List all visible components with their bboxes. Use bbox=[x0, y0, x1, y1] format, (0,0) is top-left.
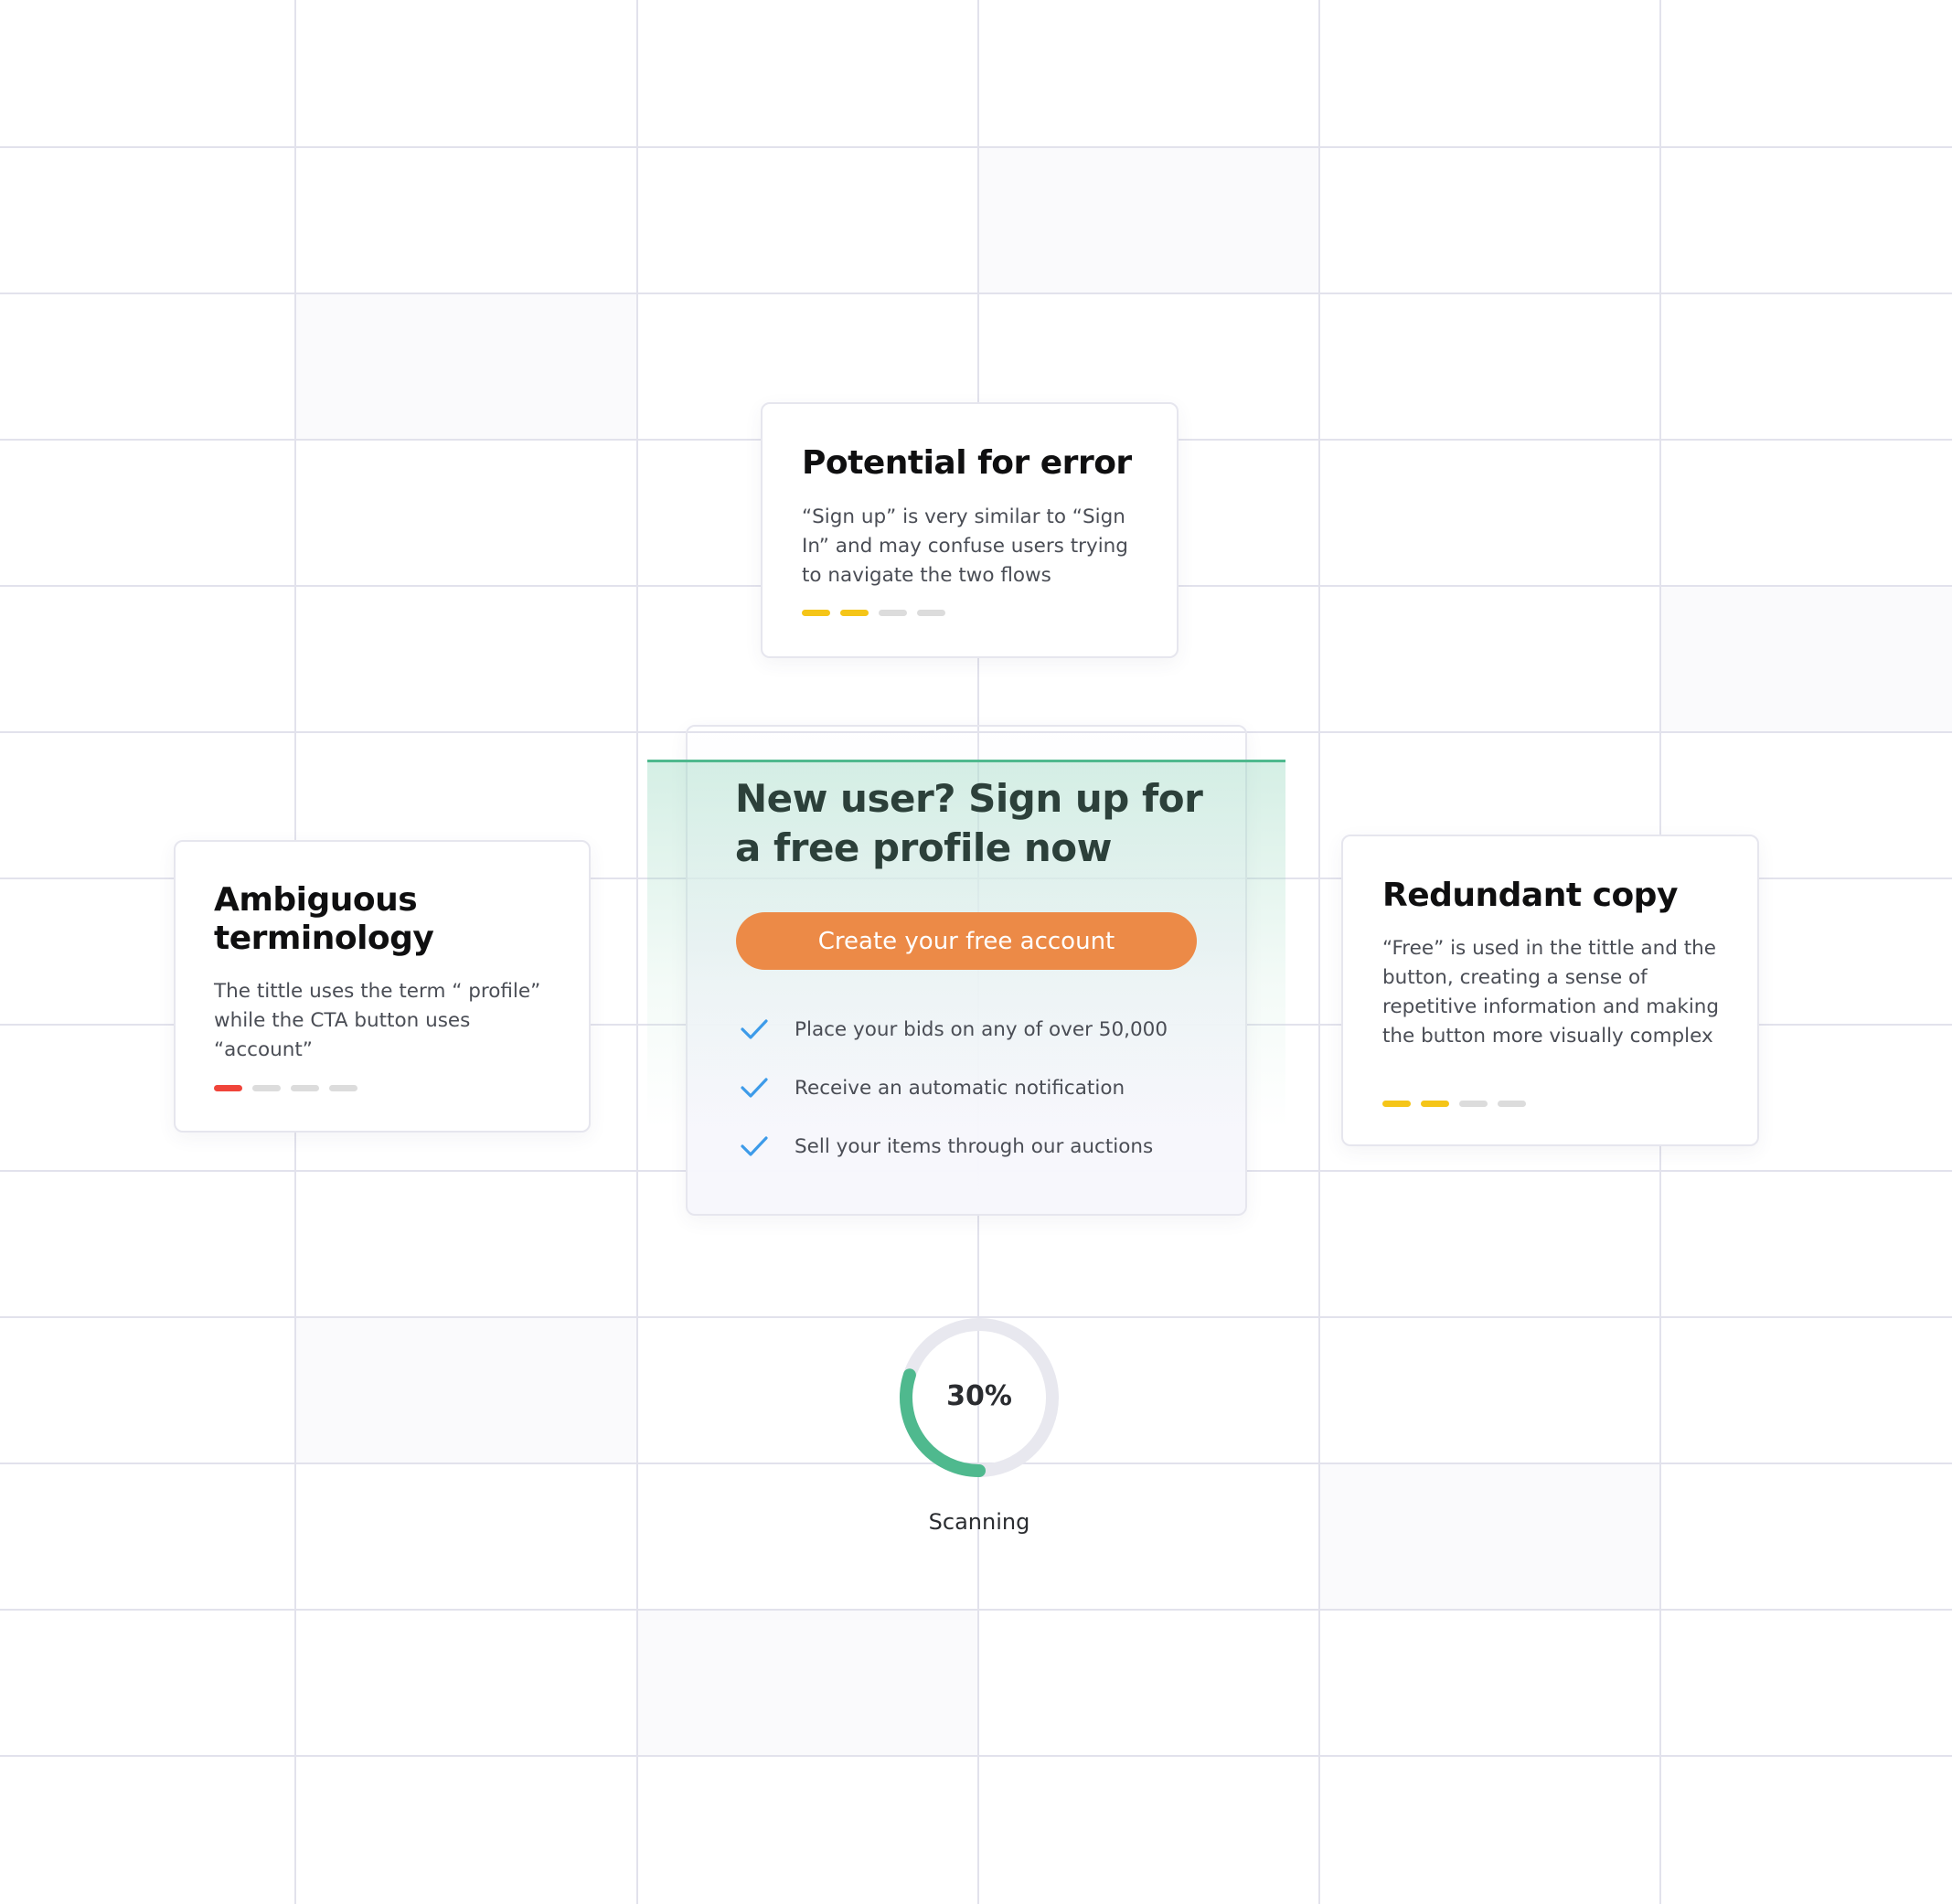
grid-cell bbox=[295, 1317, 637, 1463]
issue-description: The tittle uses the term “ profile” whil… bbox=[214, 980, 541, 1061]
benefit-item: Sell your items through our auctions bbox=[740, 1128, 1153, 1165]
benefit-item: Receive an automatic notification bbox=[740, 1069, 1125, 1106]
grid-cell bbox=[295, 293, 637, 440]
grid-cell bbox=[1660, 586, 1952, 732]
severity-indicator bbox=[214, 1085, 360, 1091]
progress-value: 30% bbox=[946, 1380, 1012, 1412]
severity-segment bbox=[1459, 1101, 1488, 1107]
severity-segment bbox=[252, 1085, 281, 1091]
check-icon bbox=[741, 1078, 768, 1098]
severity-indicator bbox=[1382, 1101, 1529, 1107]
severity-segment bbox=[840, 610, 869, 616]
severity-indicator bbox=[802, 610, 948, 616]
issue-title: Redundant copy bbox=[1382, 877, 1678, 914]
issue-description: “Free” is used in the tittle and the but… bbox=[1382, 937, 1720, 1048]
grid-cell bbox=[978, 147, 1319, 293]
severity-segment bbox=[1421, 1101, 1449, 1107]
issue-description: “Sign up” is very similar to “Sign In” a… bbox=[802, 505, 1128, 587]
signup-title: New user? Sign up for a free profile now bbox=[735, 776, 1203, 870]
create-account-button[interactable]: Create your free account bbox=[736, 912, 1197, 970]
severity-segment bbox=[291, 1085, 319, 1091]
benefit-text: Place your bids on any of over 50,000 bbox=[795, 1017, 1168, 1041]
severity-segment bbox=[214, 1085, 242, 1091]
severity-segment bbox=[879, 610, 907, 616]
grid-cell bbox=[637, 1610, 978, 1756]
severity-segment bbox=[1498, 1101, 1526, 1107]
benefit-item: Place your bids on any of over 50,000 bbox=[740, 1011, 1168, 1048]
benefit-text: Receive an automatic notification bbox=[795, 1076, 1125, 1100]
benefit-text: Sell your items through our auctions bbox=[795, 1134, 1154, 1158]
severity-segment bbox=[917, 610, 945, 616]
issue-title: Potential for error bbox=[802, 444, 1132, 482]
scanning-status: Scanning bbox=[928, 1509, 1030, 1535]
severity-segment bbox=[329, 1085, 357, 1091]
severity-segment bbox=[1382, 1101, 1411, 1107]
grid-cell bbox=[1319, 1463, 1660, 1610]
severity-segment bbox=[802, 610, 830, 616]
check-icon bbox=[741, 1019, 768, 1039]
issue-title: Ambiguous terminology bbox=[214, 881, 434, 957]
check-icon bbox=[741, 1136, 768, 1156]
